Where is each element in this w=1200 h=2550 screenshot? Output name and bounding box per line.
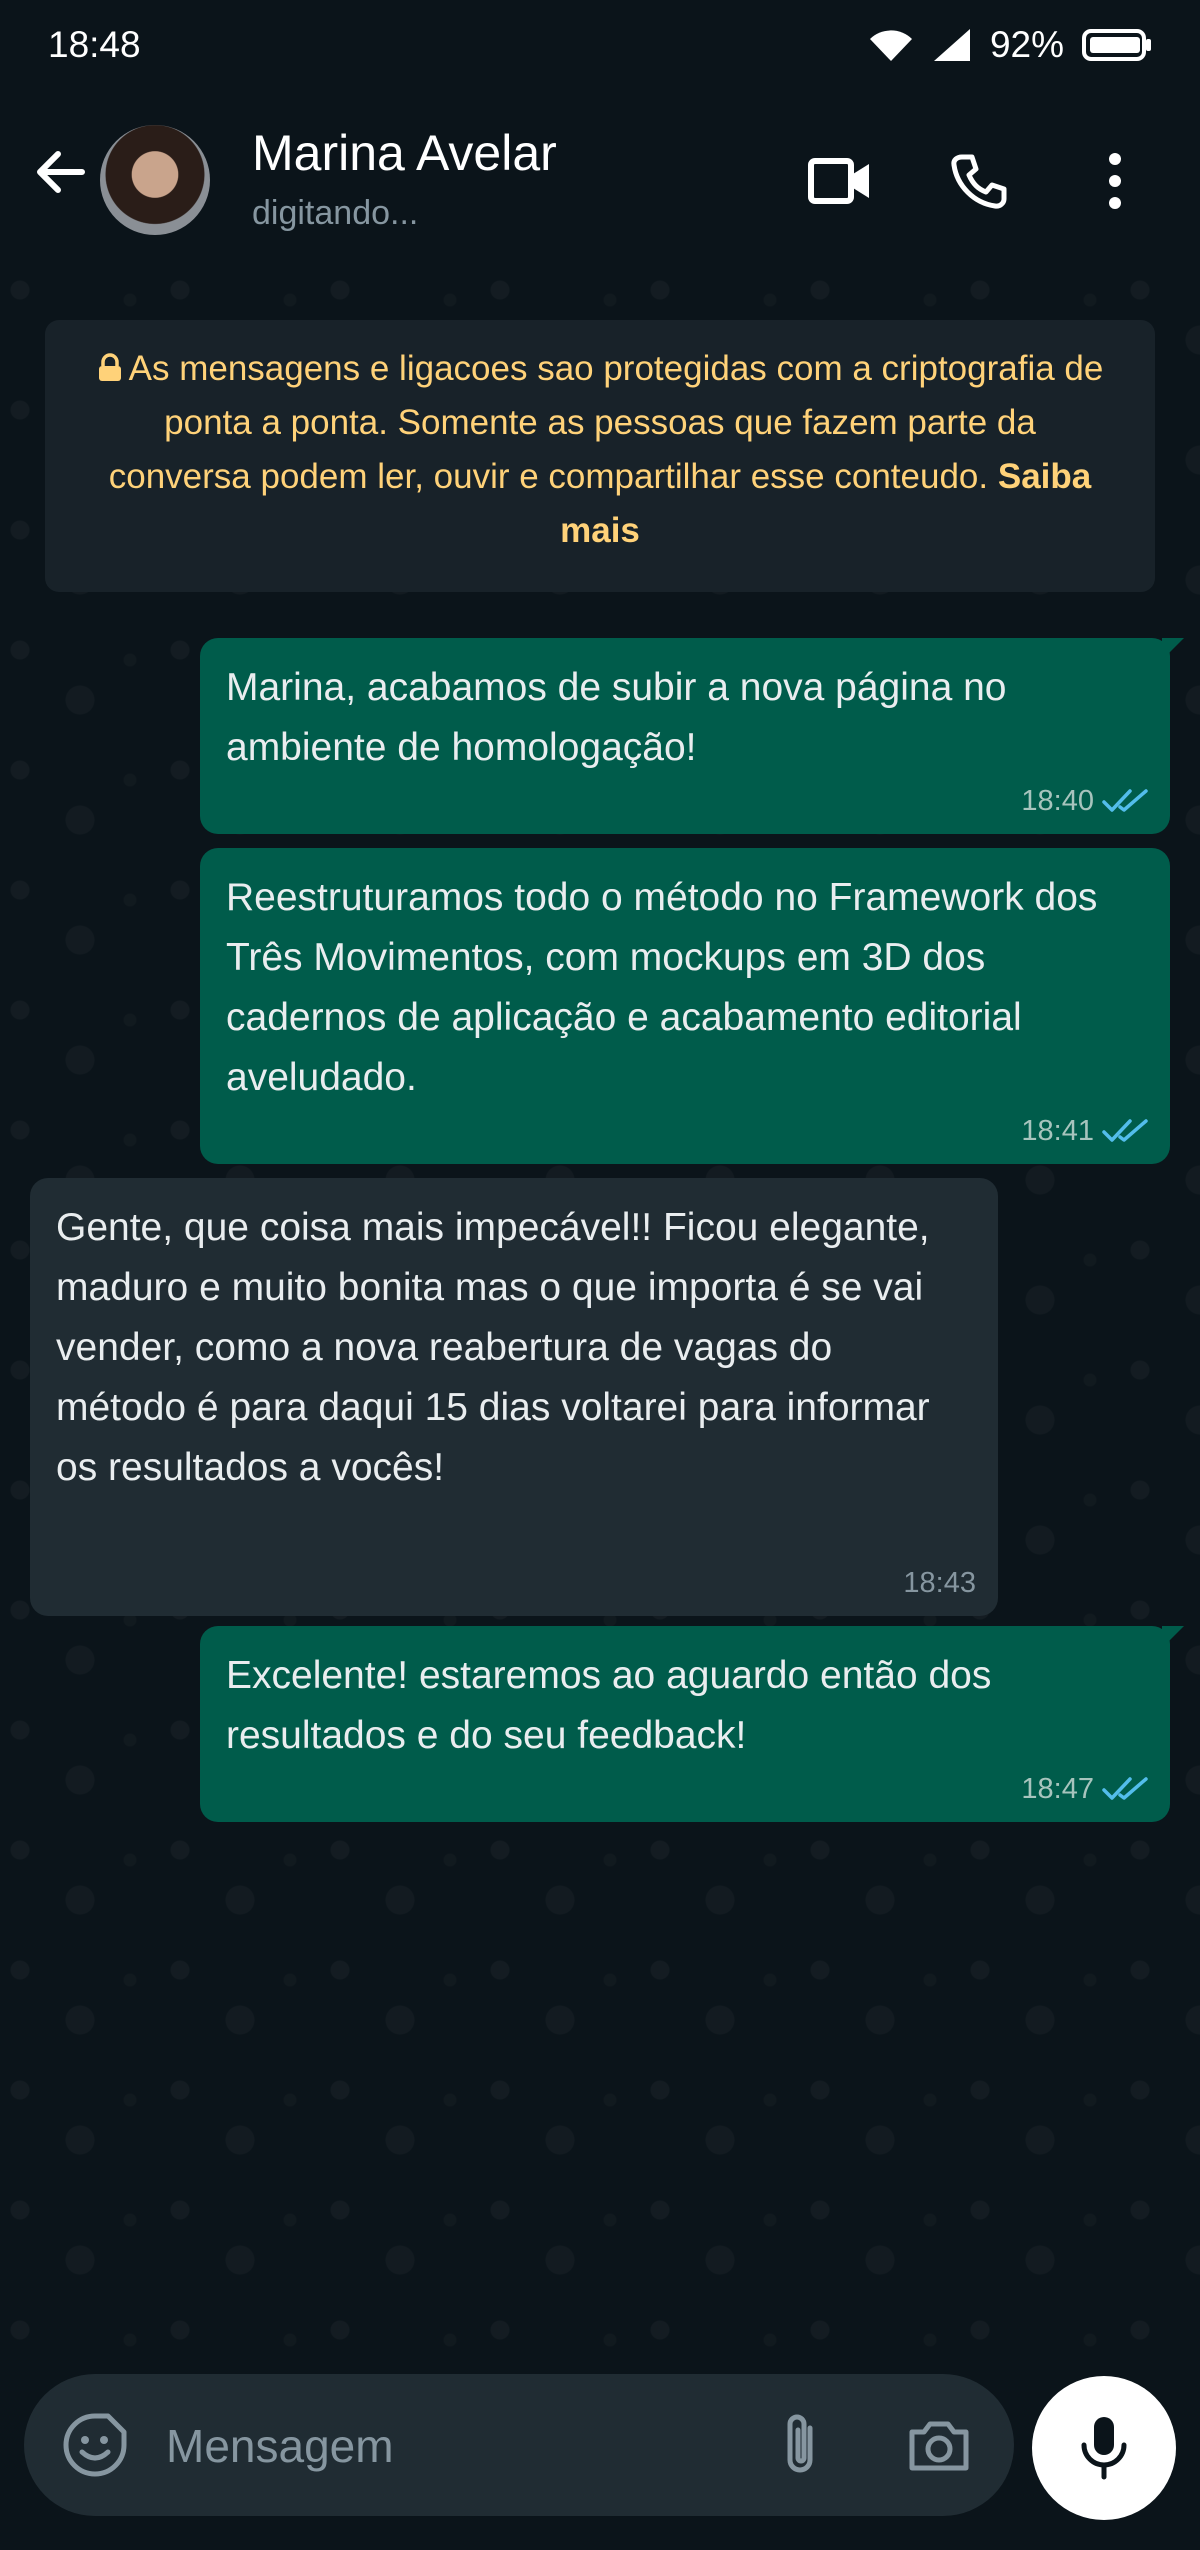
- more-options-button[interactable]: [1080, 146, 1150, 216]
- message-meta: 18:41: [1021, 1116, 1152, 1146]
- voice-message-button[interactable]: [1032, 2376, 1176, 2520]
- message-text: Gente, que coisa mais impecável!! Ficou …: [56, 1206, 930, 1489]
- message-text: Marina, acabamos de subir a nova página …: [226, 666, 1007, 769]
- message-bubble-outgoing[interactable]: Excelente! estaremos ao aguardo então do…: [200, 1626, 1184, 1822]
- read-ticks-icon: [1102, 789, 1148, 812]
- message-meta: 18:43: [903, 1568, 976, 1598]
- message-text: Reestruturamos todo o método no Framewor…: [226, 876, 1098, 1099]
- bubble-tail: [1162, 638, 1184, 660]
- encryption-notice[interactable]: As mensagens e ligacoes sao protegidas c…: [45, 320, 1155, 592]
- message-meta: 18:40: [1021, 786, 1152, 816]
- message-composer: [24, 2374, 1014, 2516]
- message-time: 18:47: [1021, 1773, 1094, 1805]
- status-icons: 92%: [868, 24, 1152, 66]
- bubble-tail: [1162, 1626, 1184, 1648]
- message-time: 18:40: [1021, 785, 1094, 817]
- chat-screen: 18:48 92% Marina Avelar digitando... As …: [0, 0, 1200, 2550]
- video-call-icon: [808, 158, 869, 204]
- voice-call-button[interactable]: [943, 146, 1013, 216]
- message-input[interactable]: [166, 2404, 736, 2488]
- more-vert-icon: [1109, 153, 1121, 209]
- status-time: 18:48: [48, 24, 141, 65]
- phone-call-icon: [951, 154, 1007, 209]
- camera-icon: [909, 2421, 969, 2471]
- battery-percentage: 92%: [989, 24, 1064, 65]
- signal-icon: [933, 29, 970, 61]
- contact-name[interactable]: Marina Avelar: [252, 124, 557, 182]
- wifi-icon: [869, 30, 912, 61]
- message-bubble-outgoing[interactable]: Marina, acabamos de subir a nova página …: [200, 638, 1184, 834]
- lock-icon: [98, 353, 121, 381]
- attach-icon: [787, 2414, 813, 2473]
- message-text: Excelente! estaremos ao aguardo então do…: [226, 1654, 992, 1757]
- battery-icon: [1082, 29, 1151, 61]
- camera-button[interactable]: [904, 2410, 974, 2480]
- read-ticks-icon: [1102, 1119, 1148, 1142]
- video-call-button[interactable]: [805, 146, 875, 216]
- message-time: 18:43: [903, 1567, 976, 1599]
- back-arrow-icon: [37, 151, 85, 193]
- contact-avatar[interactable]: [100, 125, 210, 235]
- sticker-button[interactable]: [62, 2412, 128, 2478]
- contact-status: digitando...: [252, 194, 419, 232]
- chat-header: Marina Avelar digitando...: [0, 90, 1200, 270]
- mic-icon: [1081, 2417, 1127, 2480]
- message-list[interactable]: As mensagens e ligacoes sao protegidas c…: [0, 270, 1200, 2360]
- message-bubble-incoming[interactable]: Gente, que coisa mais impecável!! Ficou …: [30, 1178, 998, 1616]
- back-button[interactable]: [30, 142, 90, 202]
- encryption-notice-text: As mensagens e ligacoes sao protegidas c…: [108, 349, 1104, 496]
- read-ticks-icon: [1102, 1777, 1148, 1800]
- message-meta: 18:47: [1021, 1774, 1152, 1804]
- sticker-icon: [63, 2413, 127, 2477]
- message-time: 18:41: [1021, 1115, 1094, 1147]
- status-bar: 18:48 92%: [0, 0, 1200, 90]
- message-bubble-outgoing[interactable]: Reestruturamos todo o método no Framewor…: [200, 848, 1170, 1164]
- attach-button[interactable]: [768, 2410, 838, 2480]
